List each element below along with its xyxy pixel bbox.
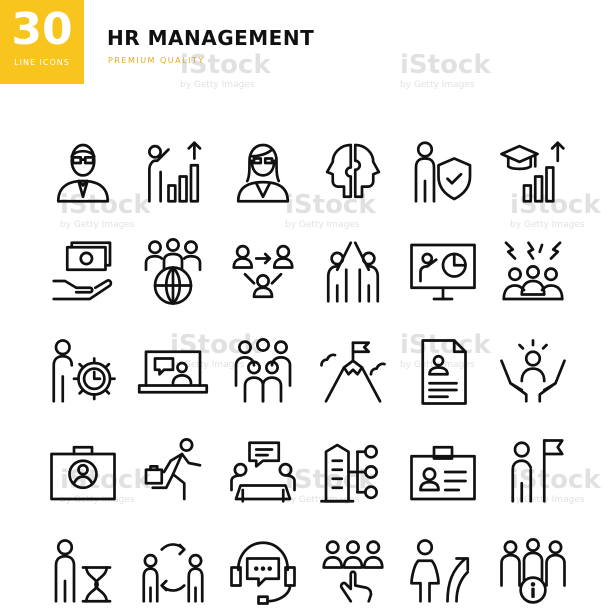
team-info-icon (488, 532, 578, 612)
woman-growth-icon (398, 532, 488, 612)
person-hourglass-icon (38, 532, 128, 612)
person-time-gear-icon (38, 332, 128, 412)
businessman-icon (38, 132, 128, 212)
page-title: HR MANAGEMENT (107, 26, 315, 50)
person-care-hands-icon (488, 332, 578, 412)
person-shield-icon (398, 132, 488, 212)
businesswoman-icon (218, 132, 308, 212)
mountain-flag-icon (308, 332, 398, 412)
watermark: iStock by Getty Images (400, 50, 491, 90)
team-touch-icon (308, 532, 398, 612)
badge-label: LINE ICONS (14, 58, 70, 67)
graduation-growth-icon (488, 132, 578, 212)
presentation-screen-icon (398, 232, 488, 312)
portfolio-case-icon (38, 432, 128, 512)
puzzle-heads-icon (308, 132, 398, 212)
exchange-people-icon (128, 532, 218, 612)
high-five-icon (308, 232, 398, 312)
page-subtitle: PREMIUM QUALITY (108, 56, 205, 65)
person-flag-icon (488, 432, 578, 512)
building-hierarchy-icon (308, 432, 398, 512)
growth-chart-icon (128, 132, 218, 212)
video-call-laptop-icon (128, 332, 218, 412)
id-badge-icon (398, 432, 488, 512)
badge: 30 LINE ICONS (0, 0, 84, 84)
running-businessman-icon (128, 432, 218, 512)
badge-number: 30 (11, 4, 73, 55)
money-hand-icon (38, 232, 128, 312)
team-group-icon (218, 332, 308, 412)
meeting-chat-icon (218, 432, 308, 512)
resume-document-icon (398, 332, 488, 412)
conflict-team-icon (488, 232, 578, 312)
support-headset-icon (218, 532, 308, 612)
global-team-icon (128, 232, 218, 312)
network-icon (218, 232, 308, 312)
